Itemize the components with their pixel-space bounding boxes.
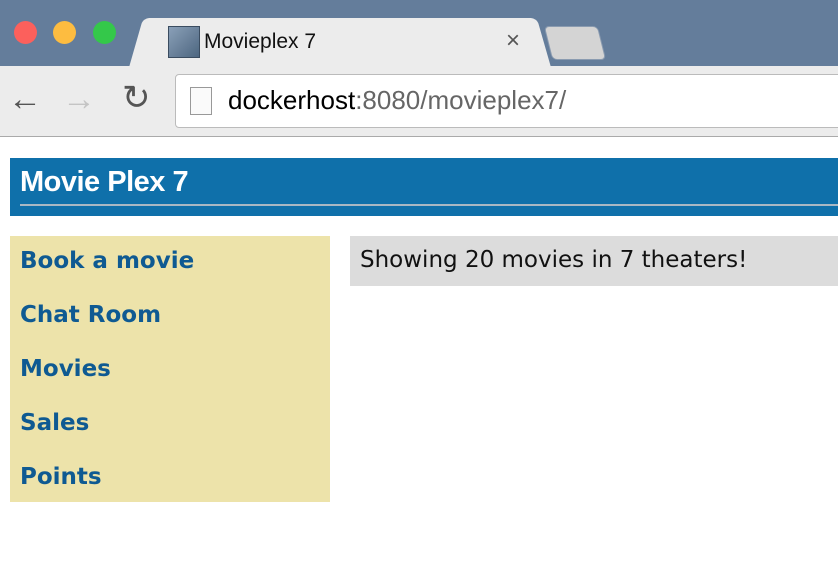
url-path: :8080/movieplex7/ xyxy=(355,85,567,115)
reload-icon[interactable]: ↻ xyxy=(122,78,151,118)
header-divider xyxy=(20,204,838,206)
sidebar-link-book-a-movie[interactable]: Book a movie xyxy=(20,248,194,274)
sidebar-link-points[interactable]: Points xyxy=(20,464,102,490)
sidebar-link-chat-room[interactable]: Chat Room xyxy=(20,302,161,328)
minimize-window-button[interactable] xyxy=(53,21,76,44)
browser-titlebar: Movieplex 7 × xyxy=(0,0,838,68)
sidebar: Book a movie Chat Room Movies Sales Poin… xyxy=(10,236,330,502)
status-message: Showing 20 movies in 7 theaters! xyxy=(360,247,748,273)
browser-toolbar: ← → ↻ dockerhost:8080/movieplex7/ xyxy=(0,66,838,137)
page-title: Movie Plex 7 xyxy=(20,166,189,198)
page-header: Movie Plex 7 xyxy=(10,158,838,216)
sidebar-link-movies[interactable]: Movies xyxy=(20,356,111,382)
page-icon xyxy=(190,87,212,115)
favicon-icon xyxy=(168,26,200,58)
sidebar-link-sales[interactable]: Sales xyxy=(20,410,89,436)
url-host: dockerhost xyxy=(228,85,356,115)
maximize-window-button[interactable] xyxy=(93,21,116,44)
address-bar[interactable]: dockerhost:8080/movieplex7/ xyxy=(175,74,838,128)
tab-title: Movieplex 7 xyxy=(204,30,317,53)
arrow-right-icon[interactable]: → xyxy=(62,80,96,119)
main-content: Showing 20 movies in 7 theaters! xyxy=(350,236,838,286)
close-window-button[interactable] xyxy=(14,21,37,44)
url-text[interactable]: dockerhost:8080/movieplex7/ xyxy=(228,85,566,116)
arrow-left-icon[interactable]: ← xyxy=(8,80,42,119)
close-tab-icon[interactable]: × xyxy=(506,27,520,55)
new-tab-button[interactable] xyxy=(543,26,607,60)
browser-tab[interactable]: Movieplex 7 × xyxy=(150,18,530,68)
